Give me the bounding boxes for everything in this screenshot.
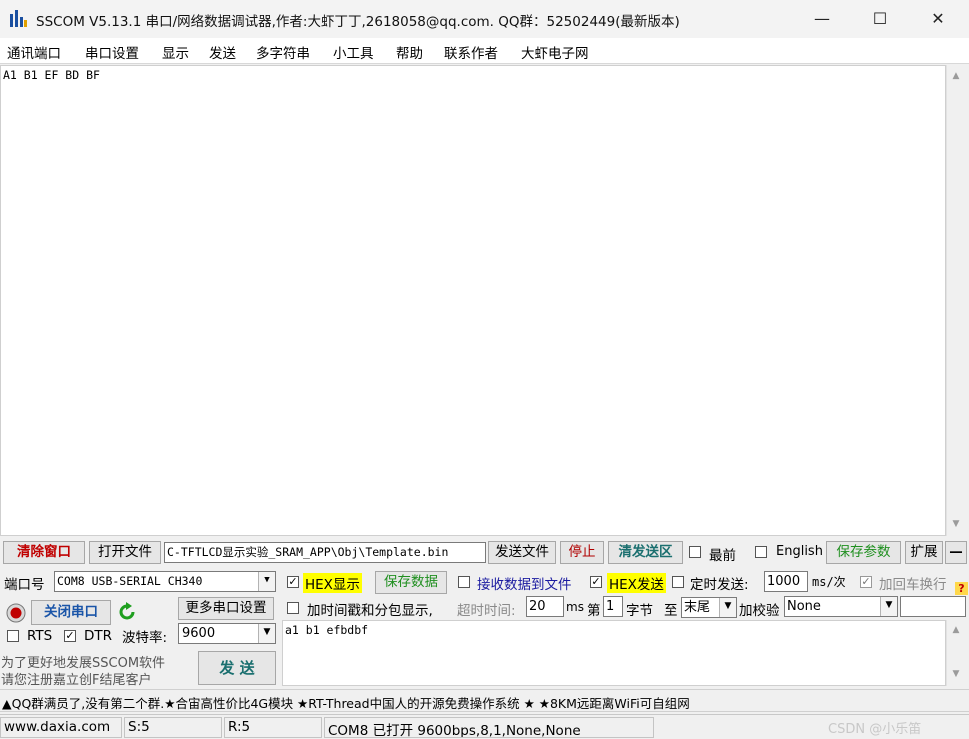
received-count: R:5 [224,717,322,738]
close-button[interactable]: ✕ [909,0,967,38]
hex-send-checkbox[interactable]: ✓ [590,576,602,588]
file-path-field[interactable]: C-TFTLCD显示实验_SRAM_APP\Obj\Template.bin [164,542,486,563]
english-label: English [776,544,823,559]
menu-send[interactable]: 发送 [209,42,236,62]
timestamp-split-label: 加时间戳和分包显示, [307,603,433,619]
chevron-down-icon[interactable]: ▼ [719,598,736,617]
menu-help[interactable]: 帮助 [396,42,423,62]
topmost-checkbox[interactable] [689,546,701,558]
stop-button[interactable]: 停止 [560,541,604,564]
receive-text: A1 B1 EF BD BF [3,68,100,82]
scroll-up-icon[interactable]: ▲ [947,625,965,635]
byte-suffix-label: 字节 [626,603,653,619]
interval-input[interactable]: 1000 [764,571,808,592]
baud-label: 波特率: [122,630,168,646]
port-value: COM8 USB-SERIAL CH340 [57,574,203,588]
minimize-button[interactable]: — [793,0,851,38]
timeout-unit: ms [566,600,584,614]
send-file-button[interactable]: 发送文件 [488,541,556,564]
timeout-input[interactable]: 20 [526,596,564,617]
port-select[interactable]: COM8 USB-SERIAL CH340 ▼ [54,571,276,592]
clear-send-button[interactable]: 清发送区 [608,541,683,564]
menu-display[interactable]: 显示 [162,42,189,62]
promo-line-2: 请您注册嘉立创F结尾客户 [1,673,152,688]
chevron-down-icon[interactable]: ▼ [258,572,275,591]
refresh-icon[interactable] [116,601,138,623]
menu-bar: 通讯端口 串口设置 显示 发送 多字符串 小工具 帮助 联系作者 大虾电子网 [0,38,969,64]
port-status-lamp-icon [6,603,26,623]
end-value: 末尾 [684,600,711,615]
send-scrollbar[interactable]: ▲ ▼ [946,620,965,686]
send-text: a1 b1 efbdbf [285,623,369,637]
scroll-up-icon[interactable]: ▲ [947,71,965,81]
expand-button[interactable]: 扩展 [905,541,943,564]
chevron-down-icon[interactable]: ▼ [880,597,897,616]
ticker-bar: ▲QQ群满员了,没有第二个群.★合宙高性价比4G模块 ★RT-Thread中国人… [0,689,969,712]
dtr-checkbox[interactable]: ✓ [64,630,76,642]
to-label: 至 [664,603,678,619]
add-crlf-label: 加回车换行 [879,577,947,593]
watermark: CSDN @小乐笛 [828,722,922,737]
title-bar: SSCOM V5.13.1 串口/网络数据调试器,作者:大虾丁丁,2618058… [0,0,969,38]
dtr-label: DTR [84,628,113,644]
checksum-value: None [787,599,821,614]
timestamp-split-checkbox[interactable] [287,602,299,614]
checksum-label: 加校验 [739,603,780,619]
help-icon[interactable]: ? [955,582,968,595]
port-label: 端口号 [4,577,45,593]
receive-area[interactable]: A1 B1 EF BD BF [0,65,946,536]
menu-comm-port[interactable]: 通讯端口 [7,42,61,62]
interval-unit: ms/次 [812,575,846,589]
scroll-down-icon[interactable]: ▼ [947,519,965,529]
more-serial-settings-button[interactable]: 更多串口设置 [178,597,274,620]
checksum-select[interactable]: None ▼ [784,596,898,617]
scroll-down-icon[interactable]: ▼ [947,669,965,679]
timeout-label: 超时时间: [457,603,516,619]
port-status-text: COM8 已打开 9600bps,8,1,None,None [324,717,654,738]
timed-send-label: 定时发送: [690,577,749,593]
port-status-dot [10,607,22,619]
website-link[interactable]: www.daxia.com [0,717,122,738]
end-select[interactable]: 末尾 ▼ [681,597,737,618]
ticker-text: ▲QQ群满员了,没有第二个群.★合宙高性价比4G模块 ★RT-Thread中国人… [2,696,690,711]
collapse-button[interactable]: — [945,541,967,564]
send-button[interactable]: 发 送 [198,651,276,685]
receive-scrollbar[interactable]: ▲ ▼ [946,65,965,536]
hex-send-label: HEX发送 [607,573,666,593]
recv-to-file-label: 接收数据到文件 [477,577,572,593]
sscom-bar-logo-icon [9,8,29,28]
maximize-button[interactable]: ☐ [851,0,909,38]
chevron-down-icon[interactable]: ▼ [258,624,275,643]
window-title: SSCOM V5.13.1 串口/网络数据调试器,作者:大虾丁丁,2618058… [36,14,680,30]
menu-contact-author[interactable]: 联系作者 [444,42,498,62]
close-port-button[interactable]: 关闭串口 [31,600,111,625]
baud-value: 9600 [182,626,216,641]
byte-prefix-label: 第 [587,603,601,619]
send-area[interactable]: a1 b1 efbdbf [282,620,946,686]
recv-to-file-checkbox[interactable] [458,576,470,588]
extra-field[interactable] [900,596,966,617]
byte-input[interactable]: 1 [603,596,623,617]
hex-display-checkbox[interactable]: ✓ [287,576,299,588]
rts-label: RTS [27,628,53,644]
sent-count: S:5 [124,717,222,738]
open-file-button[interactable]: 打开文件 [89,541,161,564]
clear-window-button[interactable]: 清除窗口 [3,541,85,564]
status-bar: www.daxia.com S:5 R:5 COM8 已打开 9600bps,8… [0,714,969,739]
add-crlf-checkbox[interactable]: ✓ [860,576,872,588]
menu-tools[interactable]: 小工具 [333,42,374,62]
english-checkbox[interactable] [755,546,767,558]
menu-serial-settings[interactable]: 串口设置 [85,42,139,62]
topmost-label: 最前 [709,548,736,564]
baud-select[interactable]: 9600 ▼ [178,623,276,644]
save-data-button[interactable]: 保存数据 [375,571,447,594]
menu-daxia-site[interactable]: 大虾电子网 [521,42,589,62]
hex-display-label: HEX显示 [303,573,362,593]
rts-checkbox[interactable] [7,630,19,642]
timed-send-checkbox[interactable] [672,576,684,588]
save-params-button[interactable]: 保存参数 [826,541,901,564]
menu-multi-string[interactable]: 多字符串 [256,42,310,62]
